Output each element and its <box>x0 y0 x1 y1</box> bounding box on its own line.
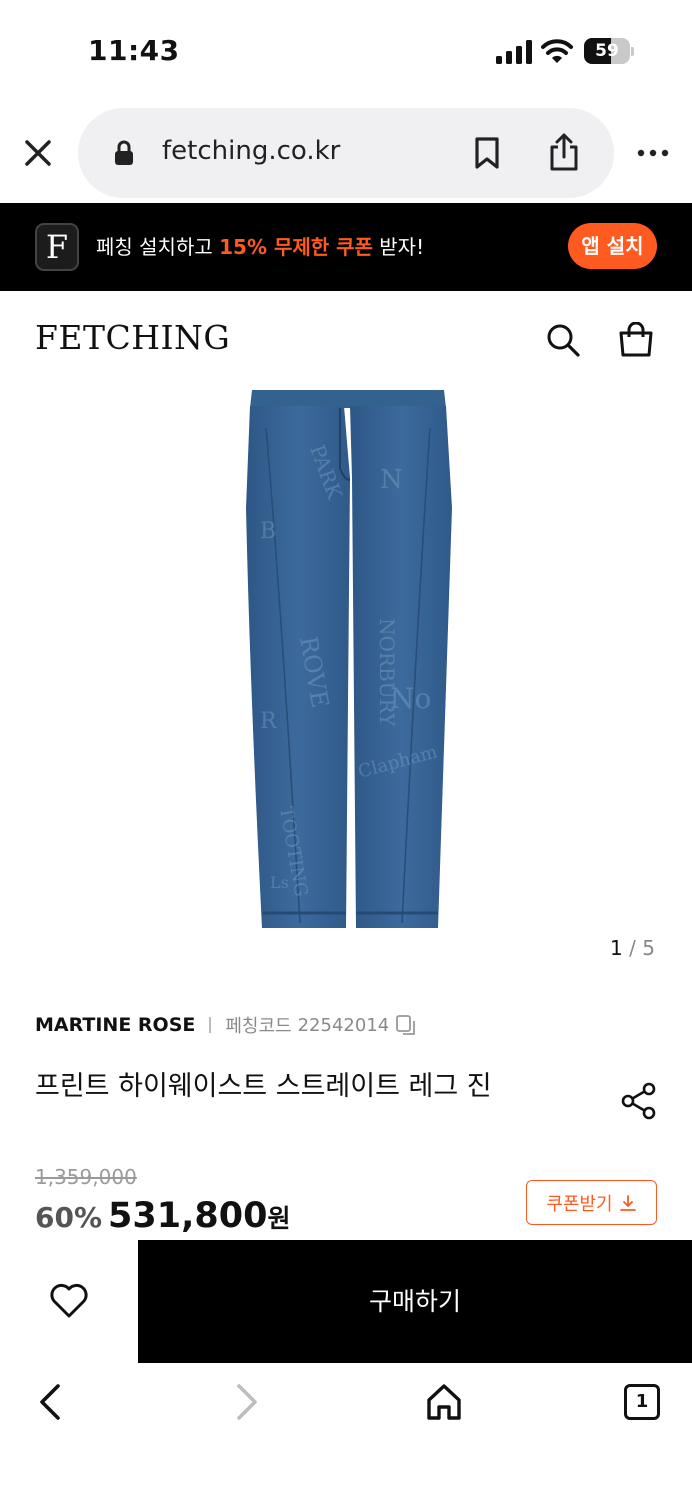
image-pager: 1 / 5 <box>610 936 655 960</box>
brand-row: MARTINE ROSE 페칭코드 22542014 <box>35 1012 417 1038</box>
svg-text:R: R <box>260 709 278 734</box>
svg-text:NORBURY: NORBURY <box>375 618 399 727</box>
home-icon[interactable] <box>425 1382 463 1422</box>
install-app-button[interactable]: 앱 설치 <box>568 223 657 269</box>
coupon-label: 쿠폰받기 <box>546 1193 613 1215</box>
download-icon <box>619 1194 636 1211</box>
get-coupon-button[interactable]: 쿠폰받기 <box>526 1180 657 1225</box>
url-text[interactable]: fetching.co.kr <box>162 136 340 166</box>
price-row: 60% 531,800 원 <box>35 1196 290 1236</box>
banner-message: 페칭 설치하고 15% 무제한 쿠폰 받자! <box>96 235 425 259</box>
more-icon[interactable] <box>636 143 670 163</box>
lock-icon <box>115 140 133 165</box>
close-icon[interactable] <box>22 137 54 169</box>
cellular-signal-icon <box>496 40 532 64</box>
currency-unit: 원 <box>267 1204 291 1233</box>
shopping-bag-icon[interactable] <box>617 322 655 358</box>
battery-level: 59 <box>595 41 619 61</box>
app-logo: F <box>35 223 79 271</box>
heart-icon[interactable] <box>48 1280 90 1320</box>
share-nodes-icon[interactable] <box>620 1082 658 1120</box>
discount-rate: 60% <box>35 1201 103 1234</box>
battery-icon: 59 <box>584 38 634 64</box>
status-time: 11:43 <box>88 34 180 67</box>
svg-text:B: B <box>260 519 276 544</box>
product-code-label: 페칭코드 <box>225 1016 292 1037</box>
product-brand[interactable]: MARTINE ROSE <box>35 1014 195 1036</box>
svg-text:N: N <box>380 465 403 495</box>
svg-text:Ls: Ls <box>270 873 289 892</box>
product-code: 22542014 <box>297 1014 390 1036</box>
product-title: 프린트 하이웨이스트 스트레이트 레그 진 <box>35 1071 492 1102</box>
share-icon[interactable] <box>548 132 580 172</box>
status-bar: 11:43 59 <box>0 0 692 100</box>
forward-icon[interactable] <box>233 1382 261 1422</box>
tabs-button[interactable]: 1 <box>624 1384 660 1420</box>
sale-price: 531,800 <box>108 1196 268 1236</box>
buy-button[interactable]: 구매하기 <box>138 1240 692 1363</box>
address-bar[interactable]: fetching.co.kr <box>78 108 614 198</box>
wifi-icon <box>541 39 573 63</box>
product-image[interactable]: PARK B N ROVE No R Clapham TOOTING NORBU… <box>240 388 460 933</box>
bookmark-icon[interactable] <box>474 136 500 170</box>
back-icon[interactable] <box>36 1382 64 1422</box>
copy-icon[interactable] <box>395 1014 417 1036</box>
divider <box>209 1017 212 1033</box>
original-price: 1,359,000 <box>35 1165 137 1189</box>
search-icon[interactable] <box>545 322 581 358</box>
banner-highlight: 15% 무제한 쿠폰 <box>219 235 373 259</box>
site-logo[interactable]: FETCHING <box>35 318 230 357</box>
